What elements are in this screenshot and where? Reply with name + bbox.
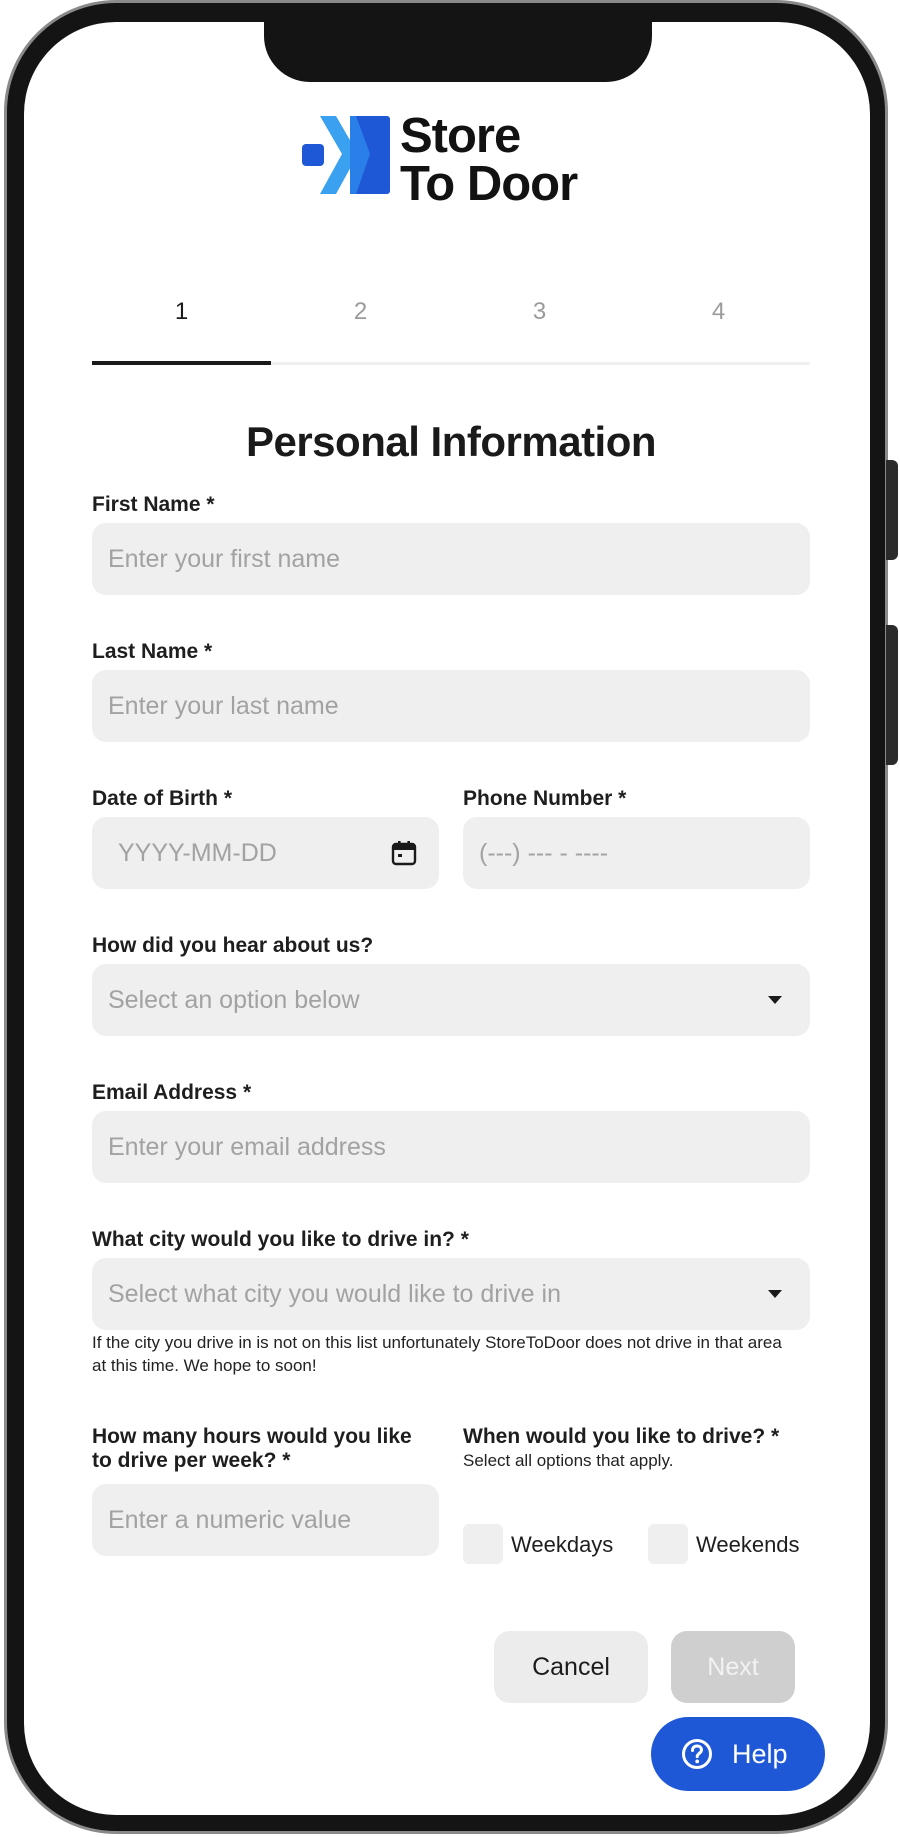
step-tab-3[interactable]: 3: [450, 292, 629, 370]
schedule-sublabel: Select all options that apply.: [463, 1451, 674, 1470]
caret-down-icon: [768, 1290, 782, 1298]
hours-label-line2: to drive per week? *: [92, 1449, 291, 1472]
page-title: Personal Information: [245, 418, 657, 465]
calendar-icon[interactable]: [391, 840, 417, 866]
app-screen: Store To Door 1 2 3 4 Personal Informati…: [24, 22, 870, 1815]
first-name-input[interactable]: [92, 523, 810, 595]
weekdays-checkbox[interactable]: [463, 1524, 503, 1564]
phone-side-button: [886, 625, 898, 765]
dob-label: Date of Birth *: [92, 787, 233, 810]
store-to-door-logo-icon: [302, 116, 390, 194]
weekdays-label[interactable]: Weekdays: [511, 1532, 613, 1558]
referral-select[interactable]: Select an option below: [92, 964, 810, 1036]
phone-label: Phone Number *: [463, 787, 627, 810]
cancel-button[interactable]: Cancel: [494, 1631, 648, 1703]
help-button[interactable]: Help: [651, 1717, 825, 1791]
city-select-value: Select what city you would like to drive…: [108, 1280, 561, 1308]
city-helper-text: If the city you drive in is not on this …: [92, 1333, 782, 1375]
step-tab-4[interactable]: 4: [629, 292, 808, 370]
schedule-label: When would you like to drive? *: [463, 1425, 780, 1448]
hours-label: How many hours would you like to drive p…: [92, 1425, 412, 1473]
email-input[interactable]: [92, 1111, 810, 1183]
weekends-label[interactable]: Weekends: [696, 1532, 800, 1558]
dob-field[interactable]: [92, 817, 439, 889]
step-tab-1[interactable]: 1: [92, 292, 271, 370]
phone-notch: [264, 22, 652, 82]
step-tab-2[interactable]: 2: [271, 292, 450, 370]
help-circle-icon: [682, 1739, 712, 1769]
weekends-checkbox[interactable]: [648, 1524, 688, 1564]
caret-down-icon: [768, 996, 782, 1004]
city-label: What city would you like to drive in? *: [92, 1228, 469, 1251]
referral-select-value: Select an option below: [108, 986, 360, 1014]
first-name-label: First Name *: [92, 493, 215, 516]
hours-input[interactable]: [92, 1484, 439, 1556]
step-progress: 1 2 3 4: [92, 292, 810, 370]
step-active-indicator: [92, 361, 271, 365]
referral-label: How did you hear about us?: [92, 934, 374, 957]
next-button[interactable]: Next: [671, 1631, 795, 1703]
brand-name-line2: To Door: [400, 157, 578, 211]
last-name-label: Last Name *: [92, 640, 213, 663]
email-label: Email Address *: [92, 1081, 252, 1104]
help-label: Help: [732, 1739, 788, 1769]
city-select[interactable]: Select what city you would like to drive…: [92, 1258, 810, 1330]
phone-side-button: [886, 460, 898, 560]
brand-wordmark: Store To Door: [400, 109, 578, 211]
brand-logo: Store To Door: [302, 92, 622, 209]
last-name-input[interactable]: [92, 670, 810, 742]
brand-name-line1: Store: [400, 109, 521, 163]
hours-label-line1: How many hours would you like: [92, 1425, 412, 1448]
dob-input[interactable]: [92, 817, 439, 889]
phone-input[interactable]: [463, 817, 810, 889]
